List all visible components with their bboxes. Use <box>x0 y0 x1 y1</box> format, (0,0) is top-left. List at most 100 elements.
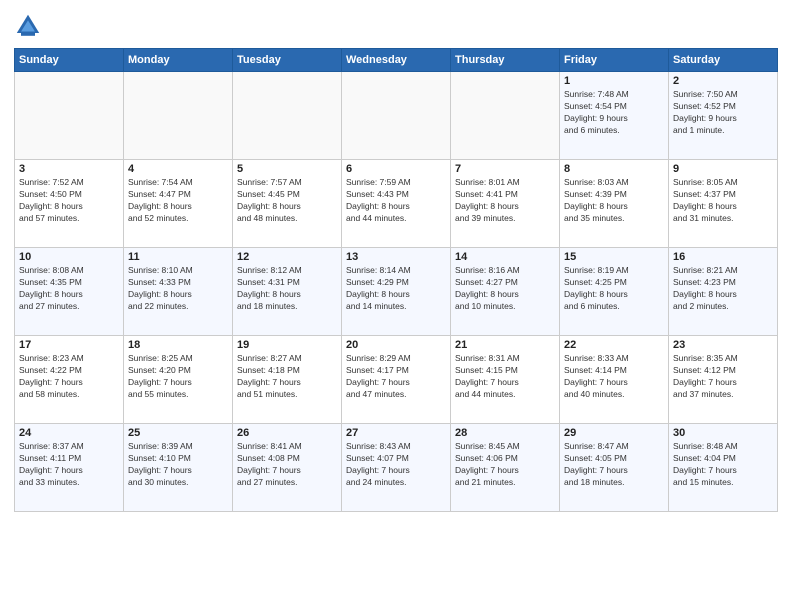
day-number: 11 <box>128 251 228 263</box>
calendar-cell: 30 Sunrise: 8:48 AM Sunset: 4:04 PM Dayli… <box>669 424 778 512</box>
day-detail: Sunrise: 8:48 AM Sunset: 4:04 PM Dayligh… <box>673 441 773 489</box>
day-detail: Sunrise: 8:37 AM Sunset: 4:11 PM Dayligh… <box>19 441 119 489</box>
day-detail: Sunrise: 8:43 AM Sunset: 4:07 PM Dayligh… <box>346 441 446 489</box>
day-detail: Sunrise: 8:19 AM Sunset: 4:25 PM Dayligh… <box>564 265 664 313</box>
day-number: 4 <box>128 163 228 175</box>
header <box>14 12 778 40</box>
calendar-cell: 27 Sunrise: 8:43 AM Sunset: 4:07 PM Dayli… <box>342 424 451 512</box>
week-row-1: 1 Sunrise: 7:48 AM Sunset: 4:54 PM Daylig… <box>15 72 778 160</box>
day-number: 20 <box>346 339 446 351</box>
calendar-cell <box>124 72 233 160</box>
day-number: 12 <box>237 251 337 263</box>
calendar-cell: 14 Sunrise: 8:16 AM Sunset: 4:27 PM Dayli… <box>451 248 560 336</box>
calendar-cell: 21Sunrise: 8:31 AM Sunset: 4:15 PM Dayli… <box>451 336 560 424</box>
day-detail: Sunrise: 7:52 AM Sunset: 4:50 PM Dayligh… <box>19 177 119 225</box>
day-detail: Sunrise: 8:33 AM Sunset: 4:14 PM Dayligh… <box>564 353 664 401</box>
day-number: 14 <box>455 251 555 263</box>
day-detail: Sunrise: 7:48 AM Sunset: 4:54 PM Dayligh… <box>564 89 664 137</box>
day-detail: Sunrise: 8:05 AM Sunset: 4:37 PM Dayligh… <box>673 177 773 225</box>
calendar-cell: 15 Sunrise: 8:19 AM Sunset: 4:25 PM Dayli… <box>560 248 669 336</box>
calendar-cell: 5 Sunrise: 7:57 AM Sunset: 4:45 PM Daylig… <box>233 160 342 248</box>
calendar-cell: 11 Sunrise: 8:10 AM Sunset: 4:33 PM Dayli… <box>124 248 233 336</box>
day-number: 2 <box>673 75 773 87</box>
calendar-cell <box>451 72 560 160</box>
weekday-header-sunday: Sunday <box>15 49 124 72</box>
day-detail: Sunrise: 8:10 AM Sunset: 4:33 PM Dayligh… <box>128 265 228 313</box>
weekday-header-wednesday: Wednesday <box>342 49 451 72</box>
day-number: 30 <box>673 427 773 439</box>
day-number: 3 <box>19 163 119 175</box>
day-number: 9 <box>673 163 773 175</box>
day-detail: Sunrise: 8:29 AM Sunset: 4:17 PM Dayligh… <box>346 353 446 401</box>
calendar-cell: 16 Sunrise: 8:21 AM Sunset: 4:23 PM Dayli… <box>669 248 778 336</box>
day-number: 19 <box>237 339 337 351</box>
week-row-3: 10Sunrise: 8:08 AM Sunset: 4:35 PM Dayli… <box>15 248 778 336</box>
day-detail: Sunrise: 8:27 AM Sunset: 4:18 PM Dayligh… <box>237 353 337 401</box>
calendar-cell: 25 Sunrise: 8:39 AM Sunset: 4:10 PM Dayli… <box>124 424 233 512</box>
day-number: 21 <box>455 339 555 351</box>
page: SundayMondayTuesdayWednesdayThursdayFrid… <box>0 0 792 612</box>
day-number: 5 <box>237 163 337 175</box>
week-row-5: 24 Sunrise: 8:37 AM Sunset: 4:11 PM Dayli… <box>15 424 778 512</box>
day-number: 6 <box>346 163 446 175</box>
day-detail: Sunrise: 8:45 AM Sunset: 4:06 PM Dayligh… <box>455 441 555 489</box>
day-detail: Sunrise: 7:57 AM Sunset: 4:45 PM Dayligh… <box>237 177 337 225</box>
calendar-cell: 8 Sunrise: 8:03 AM Sunset: 4:39 PM Daylig… <box>560 160 669 248</box>
day-number: 1 <box>564 75 664 87</box>
logo <box>14 12 46 40</box>
day-detail: Sunrise: 8:16 AM Sunset: 4:27 PM Dayligh… <box>455 265 555 313</box>
day-detail: Sunrise: 8:39 AM Sunset: 4:10 PM Dayligh… <box>128 441 228 489</box>
weekday-header-saturday: Saturday <box>669 49 778 72</box>
calendar-cell: 12 Sunrise: 8:12 AM Sunset: 4:31 PM Dayli… <box>233 248 342 336</box>
day-detail: Sunrise: 7:54 AM Sunset: 4:47 PM Dayligh… <box>128 177 228 225</box>
calendar-cell: 18 Sunrise: 8:25 AM Sunset: 4:20 PM Dayli… <box>124 336 233 424</box>
weekday-header-monday: Monday <box>124 49 233 72</box>
week-row-2: 3 Sunrise: 7:52 AM Sunset: 4:50 PM Daylig… <box>15 160 778 248</box>
day-detail: Sunrise: 7:59 AM Sunset: 4:43 PM Dayligh… <box>346 177 446 225</box>
calendar-cell: 7Sunrise: 8:01 AM Sunset: 4:41 PM Daylig… <box>451 160 560 248</box>
day-number: 27 <box>346 427 446 439</box>
day-number: 18 <box>128 339 228 351</box>
day-number: 10 <box>19 251 119 263</box>
calendar-table: SundayMondayTuesdayWednesdayThursdayFrid… <box>14 48 778 512</box>
day-detail: Sunrise: 7:50 AM Sunset: 4:52 PM Dayligh… <box>673 89 773 137</box>
day-number: 15 <box>564 251 664 263</box>
day-number: 16 <box>673 251 773 263</box>
day-detail: Sunrise: 8:25 AM Sunset: 4:20 PM Dayligh… <box>128 353 228 401</box>
logo-icon <box>14 12 42 40</box>
day-detail: Sunrise: 8:01 AM Sunset: 4:41 PM Dayligh… <box>455 177 555 225</box>
calendar-cell: 22 Sunrise: 8:33 AM Sunset: 4:14 PM Dayli… <box>560 336 669 424</box>
calendar-cell: 17 Sunrise: 8:23 AM Sunset: 4:22 PM Dayli… <box>15 336 124 424</box>
day-detail: Sunrise: 8:21 AM Sunset: 4:23 PM Dayligh… <box>673 265 773 313</box>
day-detail: Sunrise: 8:14 AM Sunset: 4:29 PM Dayligh… <box>346 265 446 313</box>
weekday-header-friday: Friday <box>560 49 669 72</box>
day-detail: Sunrise: 8:41 AM Sunset: 4:08 PM Dayligh… <box>237 441 337 489</box>
calendar-cell: 28 Sunrise: 8:45 AM Sunset: 4:06 PM Dayli… <box>451 424 560 512</box>
weekday-header-row: SundayMondayTuesdayWednesdayThursdayFrid… <box>15 49 778 72</box>
calendar-cell <box>15 72 124 160</box>
day-number: 25 <box>128 427 228 439</box>
day-detail: Sunrise: 8:03 AM Sunset: 4:39 PM Dayligh… <box>564 177 664 225</box>
day-detail: Sunrise: 8:35 AM Sunset: 4:12 PM Dayligh… <box>673 353 773 401</box>
calendar-cell: 10Sunrise: 8:08 AM Sunset: 4:35 PM Dayli… <box>15 248 124 336</box>
weekday-header-tuesday: Tuesday <box>233 49 342 72</box>
day-detail: Sunrise: 8:12 AM Sunset: 4:31 PM Dayligh… <box>237 265 337 313</box>
day-number: 24 <box>19 427 119 439</box>
day-detail: Sunrise: 8:23 AM Sunset: 4:22 PM Dayligh… <box>19 353 119 401</box>
day-number: 29 <box>564 427 664 439</box>
calendar-cell: 1 Sunrise: 7:48 AM Sunset: 4:54 PM Daylig… <box>560 72 669 160</box>
day-number: 17 <box>19 339 119 351</box>
day-number: 8 <box>564 163 664 175</box>
weekday-header-thursday: Thursday <box>451 49 560 72</box>
calendar-cell: 13Sunrise: 8:14 AM Sunset: 4:29 PM Dayli… <box>342 248 451 336</box>
calendar-cell: 29 Sunrise: 8:47 AM Sunset: 4:05 PM Dayli… <box>560 424 669 512</box>
day-number: 28 <box>455 427 555 439</box>
calendar-cell: 26Sunrise: 8:41 AM Sunset: 4:08 PM Dayli… <box>233 424 342 512</box>
day-detail: Sunrise: 8:47 AM Sunset: 4:05 PM Dayligh… <box>564 441 664 489</box>
calendar-cell: 6 Sunrise: 7:59 AM Sunset: 4:43 PM Daylig… <box>342 160 451 248</box>
calendar-cell: 19 Sunrise: 8:27 AM Sunset: 4:18 PM Dayli… <box>233 336 342 424</box>
calendar-cell: 9 Sunrise: 8:05 AM Sunset: 4:37 PM Daylig… <box>669 160 778 248</box>
day-number: 22 <box>564 339 664 351</box>
calendar-cell: 3 Sunrise: 7:52 AM Sunset: 4:50 PM Daylig… <box>15 160 124 248</box>
calendar-cell: 4 Sunrise: 7:54 AM Sunset: 4:47 PM Daylig… <box>124 160 233 248</box>
